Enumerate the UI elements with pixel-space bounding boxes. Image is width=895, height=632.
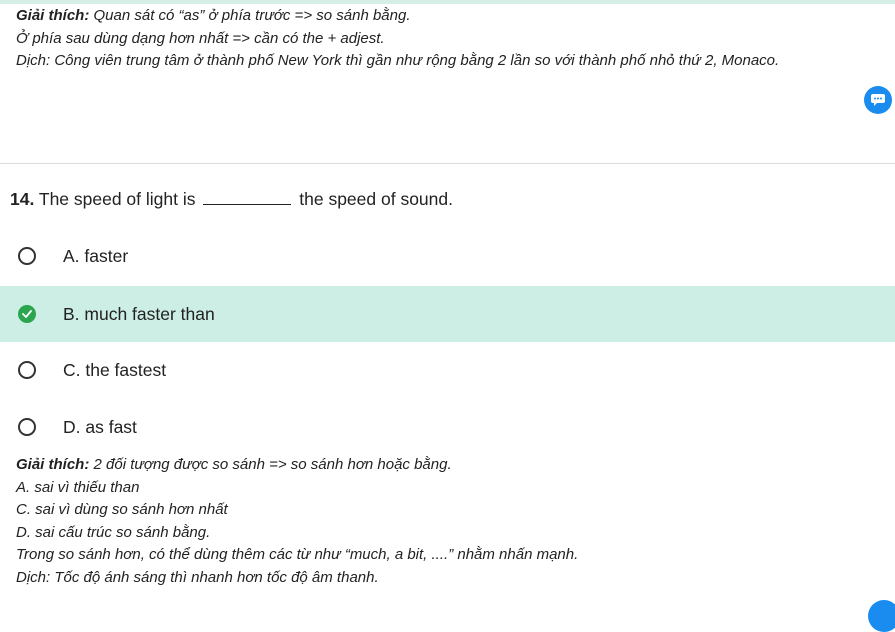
previous-explanation: Giải thích: Quan sát có “as” ở phía trướ… <box>16 5 779 73</box>
previous-explanation-line-2: Ở phía sau dùng dạng hơn nhất => cần có … <box>16 29 385 47</box>
question-blank <box>203 192 292 205</box>
explanation-line: D. sai cấu trúc so sánh bằng. <box>16 523 211 541</box>
chat-bubble-icon <box>871 94 885 106</box>
radio-empty-icon[interactable] <box>18 361 36 379</box>
question-text-before: The speed of light is <box>38 189 196 209</box>
radio-empty-icon[interactable] <box>18 247 36 265</box>
option-b[interactable]: B. much faster than <box>0 286 895 342</box>
previous-explanation-line-1-text: Quan sát có “as” ở phía trước => so sánh… <box>89 7 411 24</box>
option-c-label: C. the fastest <box>63 359 167 380</box>
question-number: 14. <box>10 189 35 209</box>
chat-button[interactable] <box>864 86 892 114</box>
check-circle-icon[interactable] <box>18 305 36 323</box>
option-d[interactable]: D. as fast <box>0 399 895 455</box>
previous-explanation-line-3: Dịch: Công viên trung tâm ở thành phố Ne… <box>16 52 780 70</box>
explanation-line-1: Giải thích: 2 đối tượng được so sánh => … <box>16 454 578 477</box>
option-c[interactable]: C. the fastest <box>0 342 895 398</box>
previous-explanation-line-1: Giải thích: Quan sát có “as” ở phía trướ… <box>16 5 779 28</box>
top-strip <box>0 0 895 4</box>
section-divider <box>0 163 895 164</box>
option-d-label: D. as fast <box>63 416 137 437</box>
explanation-line: C. sai vì dùng so sánh hơn nhất <box>16 501 228 519</box>
option-b-label: B. much faster than <box>63 303 215 324</box>
floating-action-button[interactable] <box>868 600 895 632</box>
checkmark-icon <box>22 310 32 318</box>
explanation-line: A. sai vì thiếu than <box>16 478 140 496</box>
question-14: 14. The speed of light is the speed of s… <box>10 189 453 210</box>
explanation-line: Trong so sánh hơn, có thể dùng thêm các … <box>16 546 579 564</box>
previous-explanation-heading: Giải thích: <box>16 7 90 24</box>
option-a[interactable]: A. faster <box>0 228 895 284</box>
explanation: Giải thích: 2 đối tượng được so sánh => … <box>16 454 578 590</box>
question-text-after: the speed of sound. <box>299 189 453 209</box>
option-a-label: A. faster <box>63 245 129 266</box>
explanation-line: Dịch: Tốc độ ánh sáng thì nhanh hơn tốc … <box>16 568 379 586</box>
explanation-heading: Giải thích: <box>16 456 90 473</box>
radio-empty-icon[interactable] <box>18 418 36 436</box>
explanation-line-1-text: 2 đối tượng được so sánh => so sánh hơn … <box>89 456 452 473</box>
